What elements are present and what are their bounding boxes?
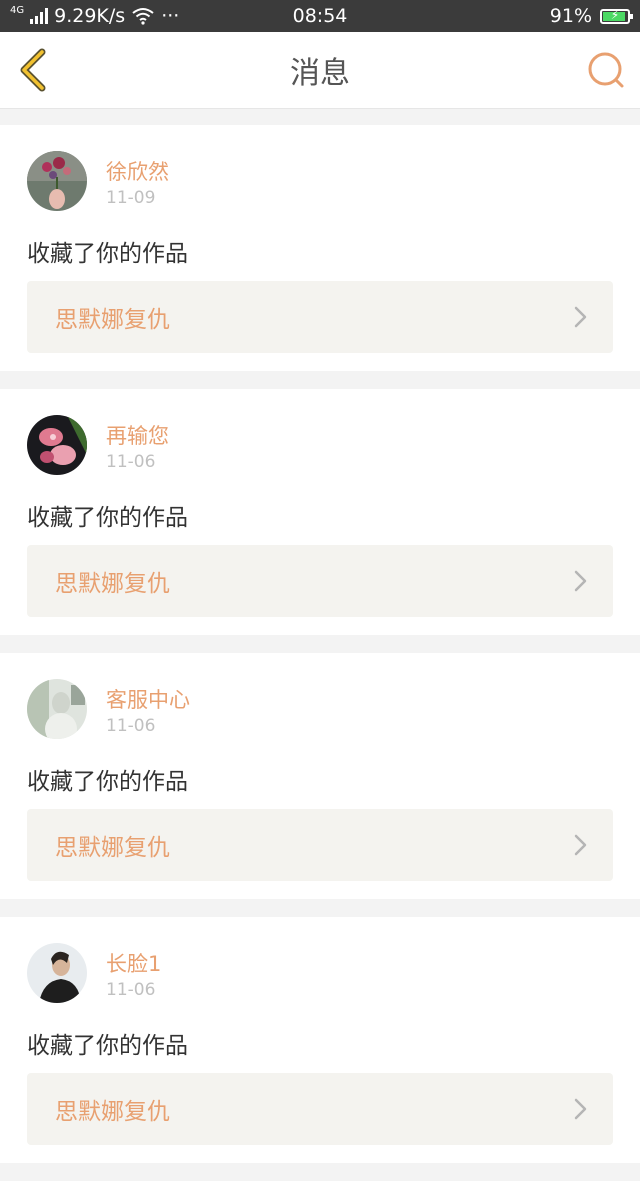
message-action-text: 收藏了你的作品 <box>27 241 188 267</box>
work-link[interactable]: 思默娜复仇 <box>27 809 613 881</box>
nav-bar: 消息 <box>0 32 640 109</box>
charging-bolt-icon: ⚡ <box>610 7 620 22</box>
message-action-text: 收藏了你的作品 <box>27 1033 188 1059</box>
chevron-right-icon <box>574 834 587 856</box>
user-name[interactable]: 徐欣然 <box>106 156 169 186</box>
work-title: 思默娜复仇 <box>55 307 170 333</box>
status-bar-right: 91% ⚡ <box>549 0 633 32</box>
vase-flowers-avatar[interactable] <box>27 151 87 211</box>
message-action-text: 收藏了你的作品 <box>27 769 188 795</box>
message-date: 11-06 <box>106 716 156 736</box>
user-name[interactable]: 客服中心 <box>106 684 190 714</box>
work-link[interactable]: 思默娜复仇 <box>27 545 613 617</box>
chevron-right-icon <box>574 1098 587 1120</box>
message-card: 徐欣然 11-09 收藏了你的作品 思默娜复仇 <box>0 125 640 371</box>
message-date: 11-09 <box>106 188 156 208</box>
battery-percent: 91% <box>549 5 592 27</box>
message-card: 客服中心 11-06 收藏了你的作品 思默娜复仇 <box>0 653 640 899</box>
user-name[interactable]: 再输您 <box>106 420 169 450</box>
user-name[interactable]: 长脸1 <box>106 948 161 978</box>
pink-flowers-avatar[interactable] <box>27 415 87 475</box>
message-action-text: 收藏了你的作品 <box>27 505 188 531</box>
message-date: 11-06 <box>106 980 156 1000</box>
work-title: 思默娜复仇 <box>55 1099 170 1125</box>
message-list: 徐欣然 11-09 收藏了你的作品 思默娜复仇 再输您 11-06 收藏了你的作… <box>0 125 640 1181</box>
chevron-right-icon <box>574 570 587 592</box>
clock: 08:54 <box>292 5 348 27</box>
work-link[interactable]: 思默娜复仇 <box>27 1073 613 1145</box>
message-date: 11-06 <box>106 452 156 472</box>
message-card: 再输您 11-06 收藏了你的作品 思默娜复仇 <box>0 389 640 635</box>
search-icon[interactable] <box>586 50 626 90</box>
status-bar: 4G 9.29K/s ··· 08:54 91% ⚡ <box>0 0 640 32</box>
blurred-photo-avatar[interactable] <box>27 679 87 739</box>
work-title: 思默娜复仇 <box>55 571 170 597</box>
person-avatar[interactable] <box>27 943 87 1003</box>
battery-icon: ⚡ <box>600 7 633 24</box>
page-title: 消息 <box>290 56 350 91</box>
work-link[interactable]: 思默娜复仇 <box>27 281 613 353</box>
status-bar-center: 08:54 <box>0 0 640 32</box>
chevron-right-icon <box>574 306 587 328</box>
message-card: 长脸1 11-06 收藏了你的作品 思默娜复仇 <box>0 917 640 1163</box>
work-title: 思默娜复仇 <box>55 835 170 861</box>
